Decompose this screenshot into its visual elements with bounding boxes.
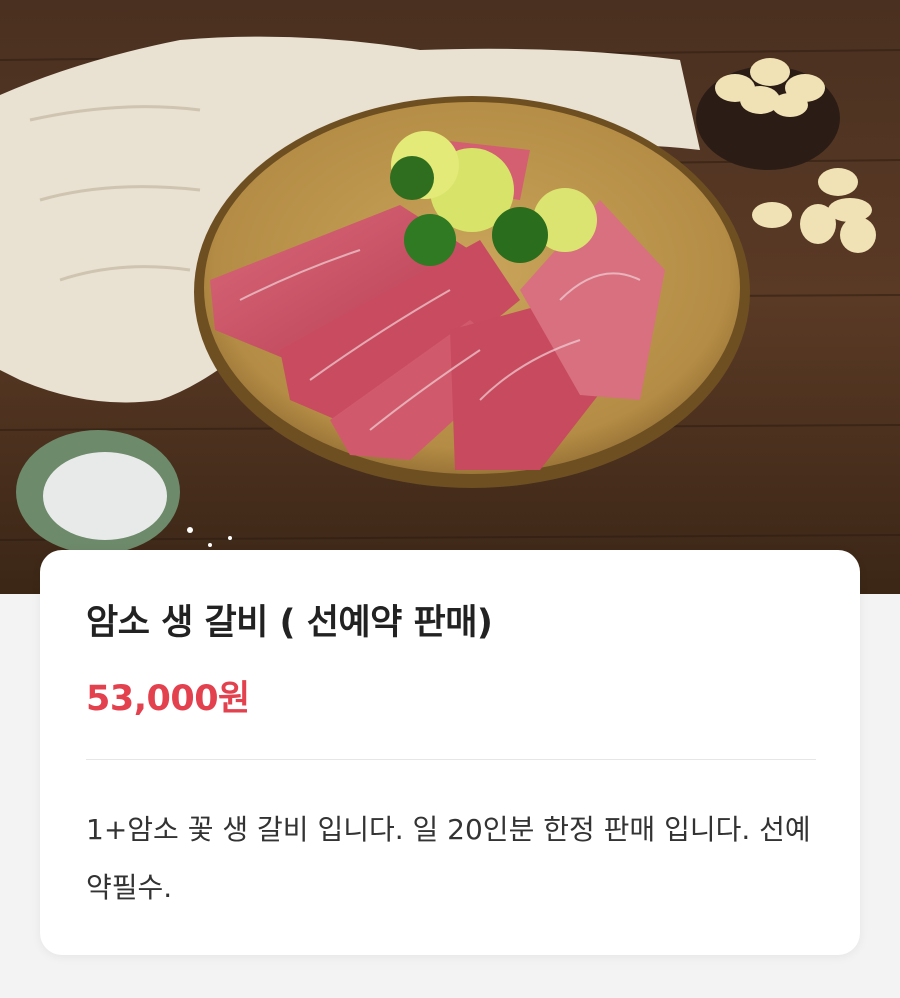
divider xyxy=(86,759,816,760)
product-image xyxy=(0,0,900,594)
product-title: 암소 생 갈비 ( 선예약 판매) xyxy=(86,603,493,643)
product-info-card: 암소 생 갈비 ( 선예약 판매) 53,000원 1+암소 꽃 생 갈비 입니… xyxy=(40,550,860,955)
product-photo xyxy=(0,0,900,594)
product-price: 53,000원 xyxy=(86,679,250,719)
product-description: 1+암소 꽃 생 갈비 입니다. 일 20인분 한정 판매 입니다. 선예약필수… xyxy=(86,813,811,904)
